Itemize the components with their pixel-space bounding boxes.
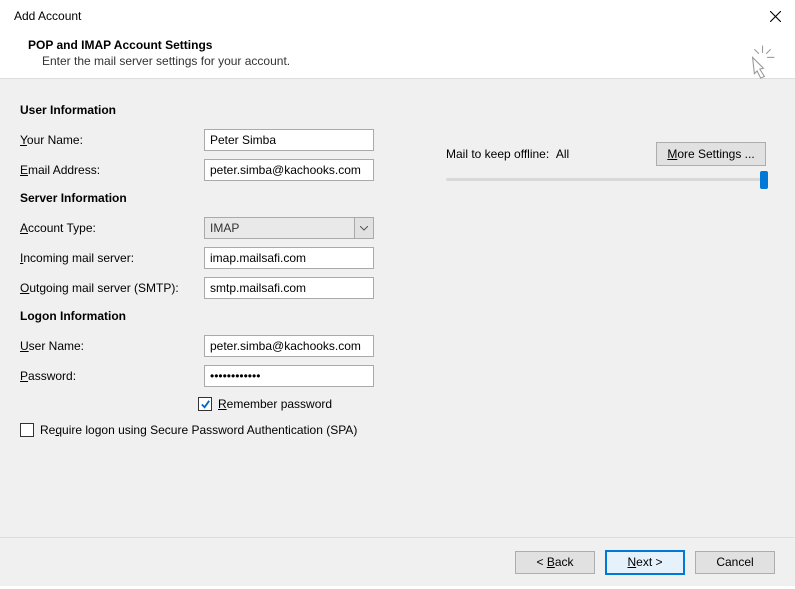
offline-panel: Mail to keep offline: All More Settings … <box>446 147 766 191</box>
more-settings-button[interactable]: More Settings ... <box>656 142 766 166</box>
slider-track <box>446 178 766 181</box>
cursor-click-icon <box>739 42 777 80</box>
dialog-body: User Information Your Name: Email Addres… <box>0 79 795 537</box>
remember-password-checkbox[interactable] <box>198 397 212 411</box>
slider-thumb[interactable] <box>760 171 768 189</box>
wizard-header: POP and IMAP Account Settings Enter the … <box>0 32 795 78</box>
close-button[interactable] <box>765 6 785 26</box>
chevron-down-icon <box>360 226 368 231</box>
remember-password-label: Remember password <box>218 397 332 411</box>
wizard-icon <box>739 42 777 83</box>
account-type-select[interactable]: IMAP <box>204 217 374 239</box>
window-title: Add Account <box>14 9 81 23</box>
section-user-info: User Information <box>20 103 775 117</box>
spa-label: Require logon using Secure Password Auth… <box>40 423 357 437</box>
email-input[interactable] <box>204 159 374 181</box>
username-label: User Name: <box>20 339 204 353</box>
back-button[interactable]: < Back <box>515 551 595 574</box>
cancel-button[interactable]: Cancel <box>695 551 775 574</box>
outgoing-server-input[interactable] <box>204 277 374 299</box>
titlebar: Add Account <box>0 0 795 32</box>
section-logon-info: Logon Information <box>20 309 775 323</box>
your-name-input[interactable] <box>204 129 374 151</box>
password-label: Password: <box>20 369 204 383</box>
header-subtitle: Enter the mail server settings for your … <box>42 54 777 68</box>
outgoing-label: Outgoing mail server (SMTP): <box>20 281 204 295</box>
mail-offline-slider[interactable] <box>446 171 766 191</box>
incoming-server-input[interactable] <box>204 247 374 269</box>
email-label: Email Address: <box>20 163 204 177</box>
section-server-info: Server Information <box>20 191 775 205</box>
next-button[interactable]: Next > <box>605 550 685 575</box>
account-type-value: IMAP <box>210 221 239 235</box>
incoming-label: Incoming mail server: <box>20 251 204 265</box>
username-input[interactable] <box>204 335 374 357</box>
your-name-label: Your Name: <box>20 133 204 147</box>
dialog-footer: < Back Next > Cancel <box>0 537 795 586</box>
close-icon <box>770 11 781 22</box>
checkmark-icon <box>200 399 211 410</box>
spa-checkbox[interactable] <box>20 423 34 437</box>
password-input[interactable] <box>204 365 374 387</box>
account-type-label: Account Type: <box>20 221 204 235</box>
account-type-dropdown-button[interactable] <box>354 218 373 238</box>
mail-offline-value: All <box>556 147 569 161</box>
header-title: POP and IMAP Account Settings <box>28 38 777 52</box>
